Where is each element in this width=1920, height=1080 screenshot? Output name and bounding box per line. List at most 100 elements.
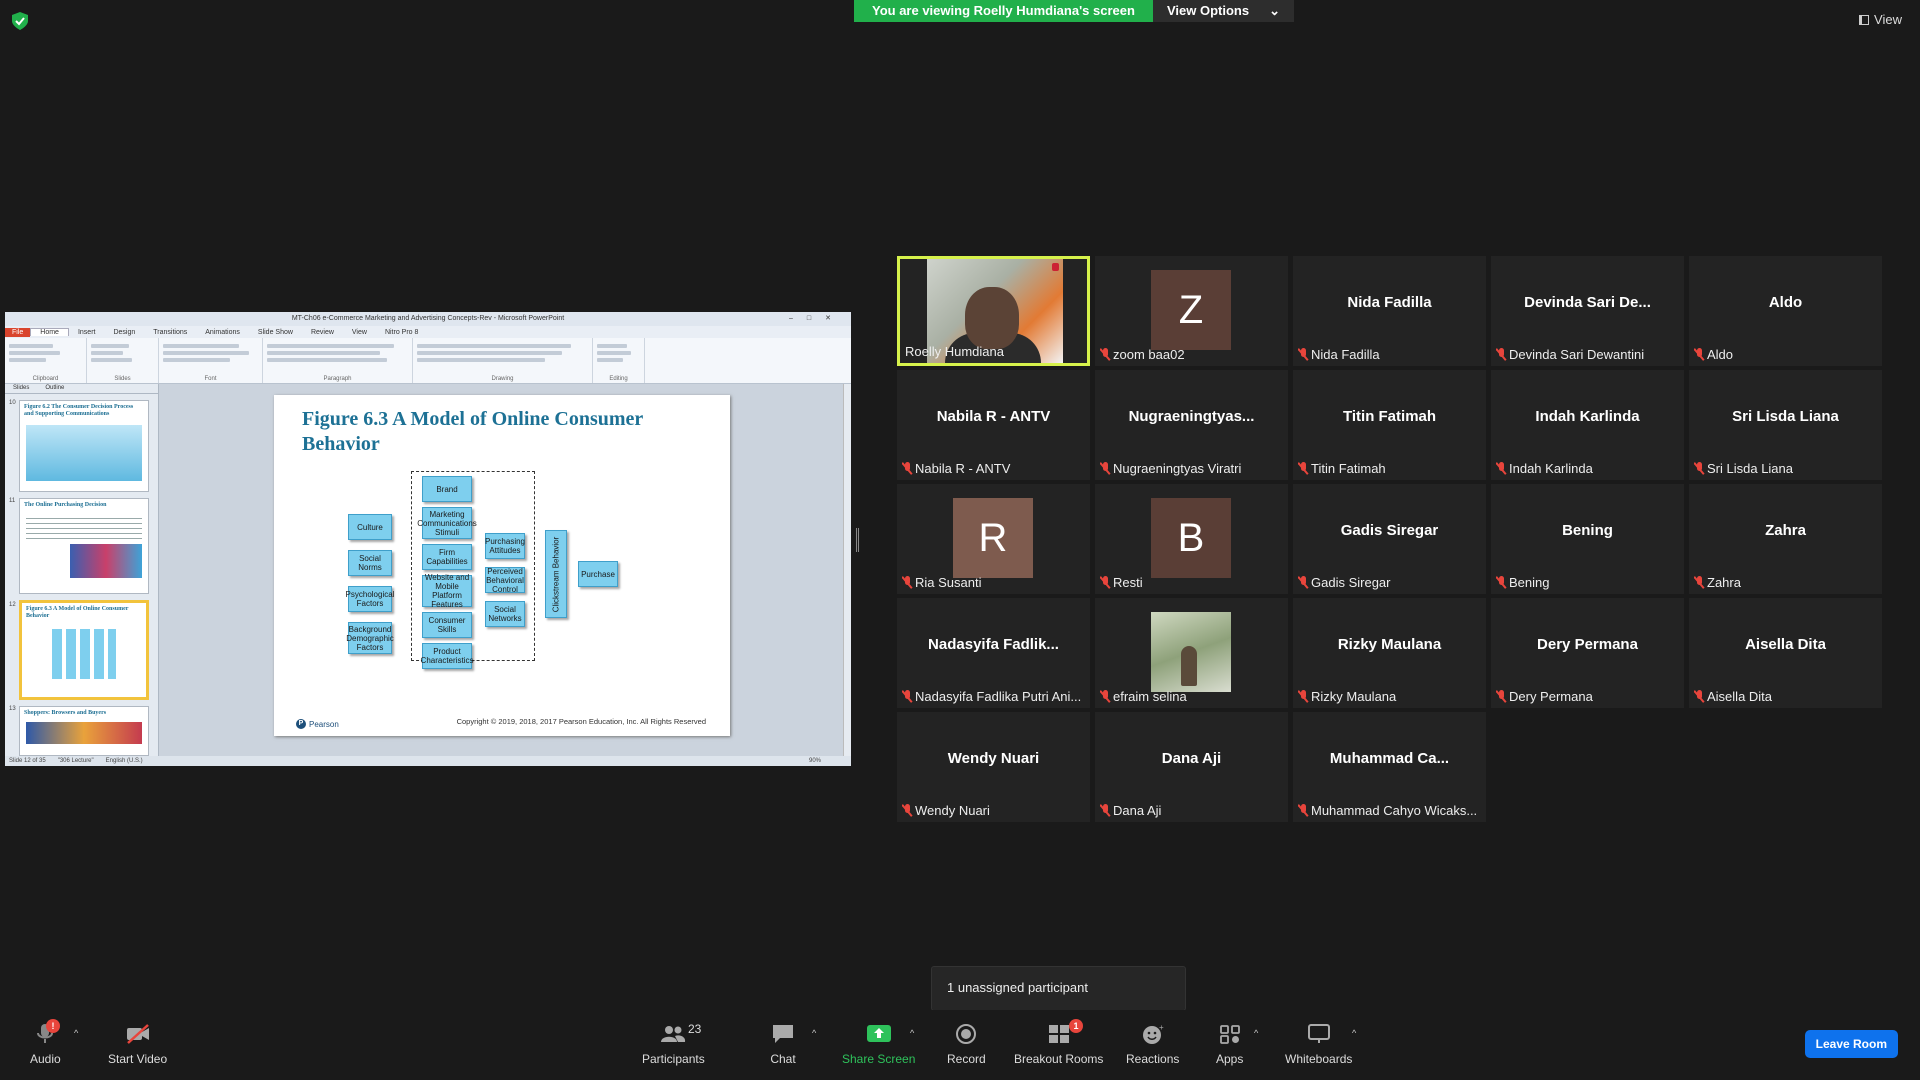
muted-mic-icon (1496, 348, 1506, 361)
tab-insert[interactable]: Insert (69, 329, 105, 336)
apps-icon (1219, 1025, 1240, 1044)
apps-button[interactable]: Apps (1216, 1023, 1243, 1066)
slide-thumbnail[interactable]: The Online Purchasing Decision (19, 498, 149, 594)
vertical-scrollbar[interactable] (843, 384, 851, 756)
participant-tile[interactable]: Nugraeningtyas... Nugraeningtyas Viratri (1095, 370, 1288, 480)
apps-options-caret[interactable]: ^ (1254, 1028, 1258, 1038)
participant-tile[interactable]: B Resti (1095, 484, 1288, 594)
participant-tile[interactable]: Nabila R - ANTV Nabila R - ANTV (897, 370, 1090, 480)
muted-mic-icon (1100, 690, 1110, 703)
participant-name-label: efraim selina (1100, 689, 1284, 704)
view-label: View (1874, 12, 1902, 27)
participant-tile[interactable]: Aisella Dita Aisella Dita (1689, 598, 1882, 708)
slide-thumbnail-pane[interactable]: Slides Outline 10 Figure 6.2 The Consume… (5, 384, 159, 756)
participant-tile[interactable]: Roelly Humdiana (897, 256, 1090, 366)
breakout-rooms-badge: 1 (1069, 1019, 1083, 1033)
participant-name-label: Nadasyifa Fadlika Putri Ani... (902, 689, 1086, 704)
participant-name-label: Aldo (1694, 347, 1878, 362)
participant-display-name: Nabila R - ANTV (936, 408, 1051, 425)
tab-home[interactable]: Home (30, 328, 69, 336)
participant-tile[interactable]: Sri Lisda Liana Sri Lisda Liana (1689, 370, 1882, 480)
ribbon-group-editing[interactable]: Editing (593, 338, 645, 383)
thumb-title: Shoppers: Browsers and Buyers (24, 710, 107, 716)
share-screen-button[interactable]: Share Screen (842, 1023, 915, 1066)
ribbon-group-drawing[interactable]: Drawing (413, 338, 593, 383)
participant-tile[interactable]: Zahra Zahra (1689, 484, 1882, 594)
whiteboards-options-caret[interactable]: ^ (1352, 1028, 1356, 1038)
share-options-caret[interactable]: ^ (910, 1028, 914, 1038)
slide-editor[interactable]: Figure 6.3 A Model of Online Consumer Be… (159, 384, 851, 756)
participant-tile[interactable]: Devinda Sari De... Devinda Sari Dewantini (1491, 256, 1684, 366)
box-perceived-behavioral-control: Perceived Behavioral Control (485, 566, 525, 594)
audio-button[interactable]: Audio ! (30, 1019, 61, 1066)
audio-warning-badge: ! (46, 1019, 60, 1033)
participants-button[interactable]: Participants 23 (642, 1022, 705, 1066)
reactions-button[interactable]: + Reactions (1126, 1023, 1179, 1066)
tab-nitro[interactable]: Nitro Pro 8 (376, 329, 427, 336)
tab-review[interactable]: Review (302, 329, 343, 336)
record-button[interactable]: Record (947, 1023, 986, 1066)
leave-room-button[interactable]: Leave Room (1804, 1030, 1898, 1058)
tab-slides[interactable]: Slides (5, 384, 37, 393)
participant-tile[interactable]: Wendy Nuari Wendy Nuari (897, 712, 1090, 822)
participant-tile[interactable]: Zzoom baa02 (1095, 256, 1288, 366)
participant-name: Aisella Dita (1707, 689, 1773, 704)
powerpoint-titlebar: MT-Ch06 e-Commerce Marketing and Adverti… (5, 312, 851, 326)
tab-design[interactable]: Design (104, 329, 144, 336)
split-resize-handle[interactable] (856, 528, 859, 552)
box-social-networks: Social Networks (485, 601, 525, 627)
ribbon-group-clipboard[interactable]: Clipboard (5, 338, 87, 383)
clickstream-label: Clickstream Behavior (551, 536, 561, 612)
participant-tile[interactable]: Dana Aji Dana Aji (1095, 712, 1288, 822)
unassigned-participant-popup[interactable]: 1 unassigned participant (931, 966, 1186, 1017)
participants-count: 23 (688, 1022, 702, 1036)
participant-tile[interactable]: Nadasyifa Fadlik... Nadasyifa Fadlika Put… (897, 598, 1090, 708)
security-shield-icon[interactable] (12, 12, 28, 30)
slide-thumbnail[interactable]: Figure 6.2 The Consumer Decision Process… (19, 400, 149, 492)
participant-tile[interactable]: Aldo Aldo (1689, 256, 1882, 366)
start-video-button[interactable]: Start Video (108, 1023, 167, 1066)
chat-button[interactable]: Chat (770, 1023, 796, 1066)
participant-tile[interactable]: Indah Karlinda Indah Karlinda (1491, 370, 1684, 480)
whiteboards-label: Whiteboards (1285, 1052, 1353, 1066)
box-purchasing-attitudes: Purchasing Attitudes (485, 533, 525, 559)
share-screen-icon (866, 1025, 891, 1042)
pearson-icon: P (296, 719, 306, 729)
slide-canvas[interactable]: Figure 6.3 A Model of Online Consumer Be… (274, 395, 730, 736)
muted-mic-icon (1694, 576, 1704, 589)
tab-slide-show[interactable]: Slide Show (249, 329, 302, 336)
whiteboards-button[interactable]: Whiteboards (1285, 1023, 1352, 1066)
breakout-rooms-button[interactable]: Breakout Rooms 1 (1014, 1019, 1103, 1066)
tab-outline[interactable]: Outline (37, 384, 72, 393)
participant-display-name: Titin Fatimah (1342, 408, 1437, 425)
view-button[interactable]: View (1859, 12, 1902, 27)
ribbon-group-font[interactable]: Font (159, 338, 263, 383)
participant-tile[interactable]: Titin Fatimah Titin Fatimah (1293, 370, 1486, 480)
participant-tile[interactable]: Bening Bening (1491, 484, 1684, 594)
tab-file[interactable]: File (5, 327, 31, 337)
slide-thumbnail[interactable]: Shoppers: Browsers and Buyers (19, 706, 149, 756)
chat-icon (773, 1025, 793, 1043)
tab-animations[interactable]: Animations (196, 329, 249, 336)
tab-view[interactable]: View (343, 329, 376, 336)
participant-tile[interactable]: Gadis Siregar Gadis Siregar (1293, 484, 1486, 594)
view-options-button[interactable]: View Options ⌄ (1152, 0, 1294, 22)
muted-mic-icon (1100, 462, 1110, 475)
participant-tile[interactable]: Nida Fadilla Nida Fadilla (1293, 256, 1486, 366)
participant-tile[interactable]: Muhammad Ca... Muhammad Cahyo Wicaks... (1293, 712, 1486, 822)
ribbon-group-slides[interactable]: Slides (87, 338, 159, 383)
chat-options-caret[interactable]: ^ (812, 1028, 816, 1038)
slide-thumbnail-selected[interactable]: Figure 6.3 A Model of Online Consumer Be… (19, 600, 149, 700)
thumb-title: Figure 6.3 A Model of Online Consumer Be… (26, 606, 129, 619)
participant-tile[interactable]: Dery Permana Dery Permana (1491, 598, 1684, 708)
ribbon-group-paragraph[interactable]: Paragraph (263, 338, 413, 383)
audio-options-caret[interactable]: ^ (74, 1028, 78, 1038)
status-zoom[interactable]: 90% (809, 756, 821, 766)
tab-transitions[interactable]: Transitions (144, 329, 196, 336)
participant-tile[interactable]: Rizky Maulana Rizky Maulana (1293, 598, 1486, 708)
participants-label: Participants (642, 1052, 705, 1066)
shared-screen[interactable]: MT-Ch06 e-Commerce Marketing and Adverti… (5, 312, 851, 766)
participant-tile[interactable]: efraim selina (1095, 598, 1288, 708)
participant-tile[interactable]: R Ria Susanti (897, 484, 1090, 594)
participant-name: efraim selina (1113, 689, 1187, 704)
